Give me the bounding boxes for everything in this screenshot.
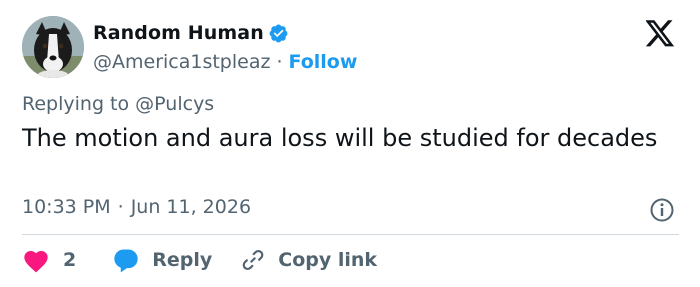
tweet-timestamp[interactable]: 10:33 PM · Jun 11, 2026 (22, 196, 251, 218)
speech-bubble-icon (112, 247, 140, 273)
like-button[interactable]: 2 (22, 247, 76, 273)
handle-separator: · (276, 51, 283, 73)
divider (22, 234, 679, 235)
replying-to: Replying to @Pulcys (22, 93, 214, 115)
heart-icon (22, 247, 50, 273)
info-icon[interactable] (649, 197, 675, 223)
meta-separator: · (117, 196, 124, 218)
tweet-header: Random Human @America1stpleaz · Follow (22, 15, 357, 79)
avatar[interactable] (22, 16, 84, 78)
author-info: Random Human @America1stpleaz · Follow (93, 19, 357, 75)
author-handle[interactable]: @America1stpleaz (93, 51, 270, 73)
replying-mention[interactable]: @Pulcys (135, 93, 214, 115)
copy-link-label: Copy link (278, 249, 378, 271)
reply-label: Reply (152, 249, 213, 271)
copy-link-button[interactable]: Copy link (240, 247, 377, 273)
replying-prefix: Replying to (22, 93, 130, 115)
x-logo-icon[interactable] (645, 20, 675, 47)
verified-badge-icon (268, 23, 289, 44)
tweet-date: Jun 11, 2026 (130, 196, 252, 218)
handle-row: @America1stpleaz · Follow (93, 49, 357, 75)
dog-avatar-image (22, 16, 84, 78)
tweet-text: The motion and aura loss will be studied… (22, 124, 658, 152)
link-icon (240, 247, 266, 273)
follow-link[interactable]: Follow (289, 51, 358, 73)
action-bar: 2 Reply Copy link (22, 245, 377, 275)
tweet-card: Random Human @America1stpleaz · Follow R… (0, 0, 700, 287)
like-count: 2 (63, 249, 77, 271)
reply-button[interactable]: Reply (112, 247, 212, 273)
name-row: Random Human (93, 19, 357, 47)
display-name[interactable]: Random Human (93, 22, 264, 44)
tweet-time: 10:33 PM (22, 196, 111, 218)
